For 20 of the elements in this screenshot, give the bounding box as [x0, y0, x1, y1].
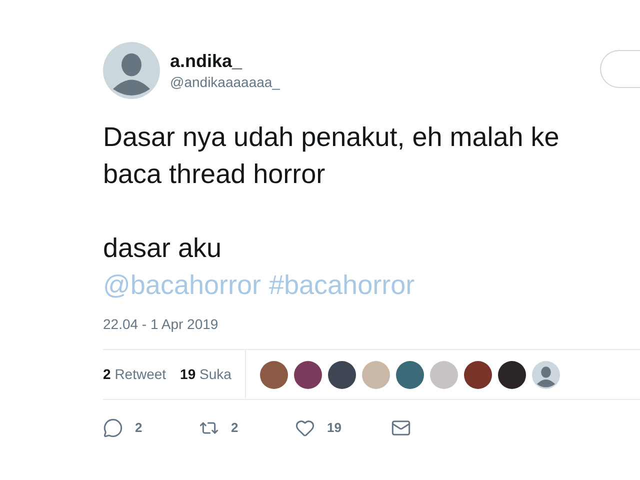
author-handle[interactable]: @andikaaaaaaa_	[170, 72, 280, 92]
avatar-icon	[103, 42, 160, 99]
action-count: 19	[327, 418, 342, 437]
liker-avatar-photo[interactable]	[464, 360, 492, 388]
action-count: 2	[231, 418, 238, 437]
speech-bubble-icon[interactable]	[103, 418, 123, 438]
author-name[interactable]: a.ndika_	[170, 50, 280, 72]
action-count: 2	[135, 418, 142, 437]
envelope-icon[interactable]	[391, 418, 411, 438]
liker-avatar-icon	[532, 360, 560, 388]
tweet-text: dasar aku	[103, 232, 223, 265]
tweet-text: baca thread horror	[103, 158, 326, 191]
tweet-timestamp: 22.04 - 1 Apr 2019	[103, 315, 220, 334]
tweet-text: Dasar nya udah penakut, eh malah ke	[103, 121, 560, 154]
stat-link[interactable]: 2 Retweet	[103, 364, 166, 385]
heart-icon[interactable]	[295, 418, 315, 438]
liker-avatar-photo[interactable]	[294, 360, 322, 388]
liker-avatar-photo[interactable]	[328, 360, 356, 388]
liker-avatar-photo[interactable]	[498, 360, 526, 388]
stat-link[interactable]: 19 Suka	[180, 364, 232, 385]
